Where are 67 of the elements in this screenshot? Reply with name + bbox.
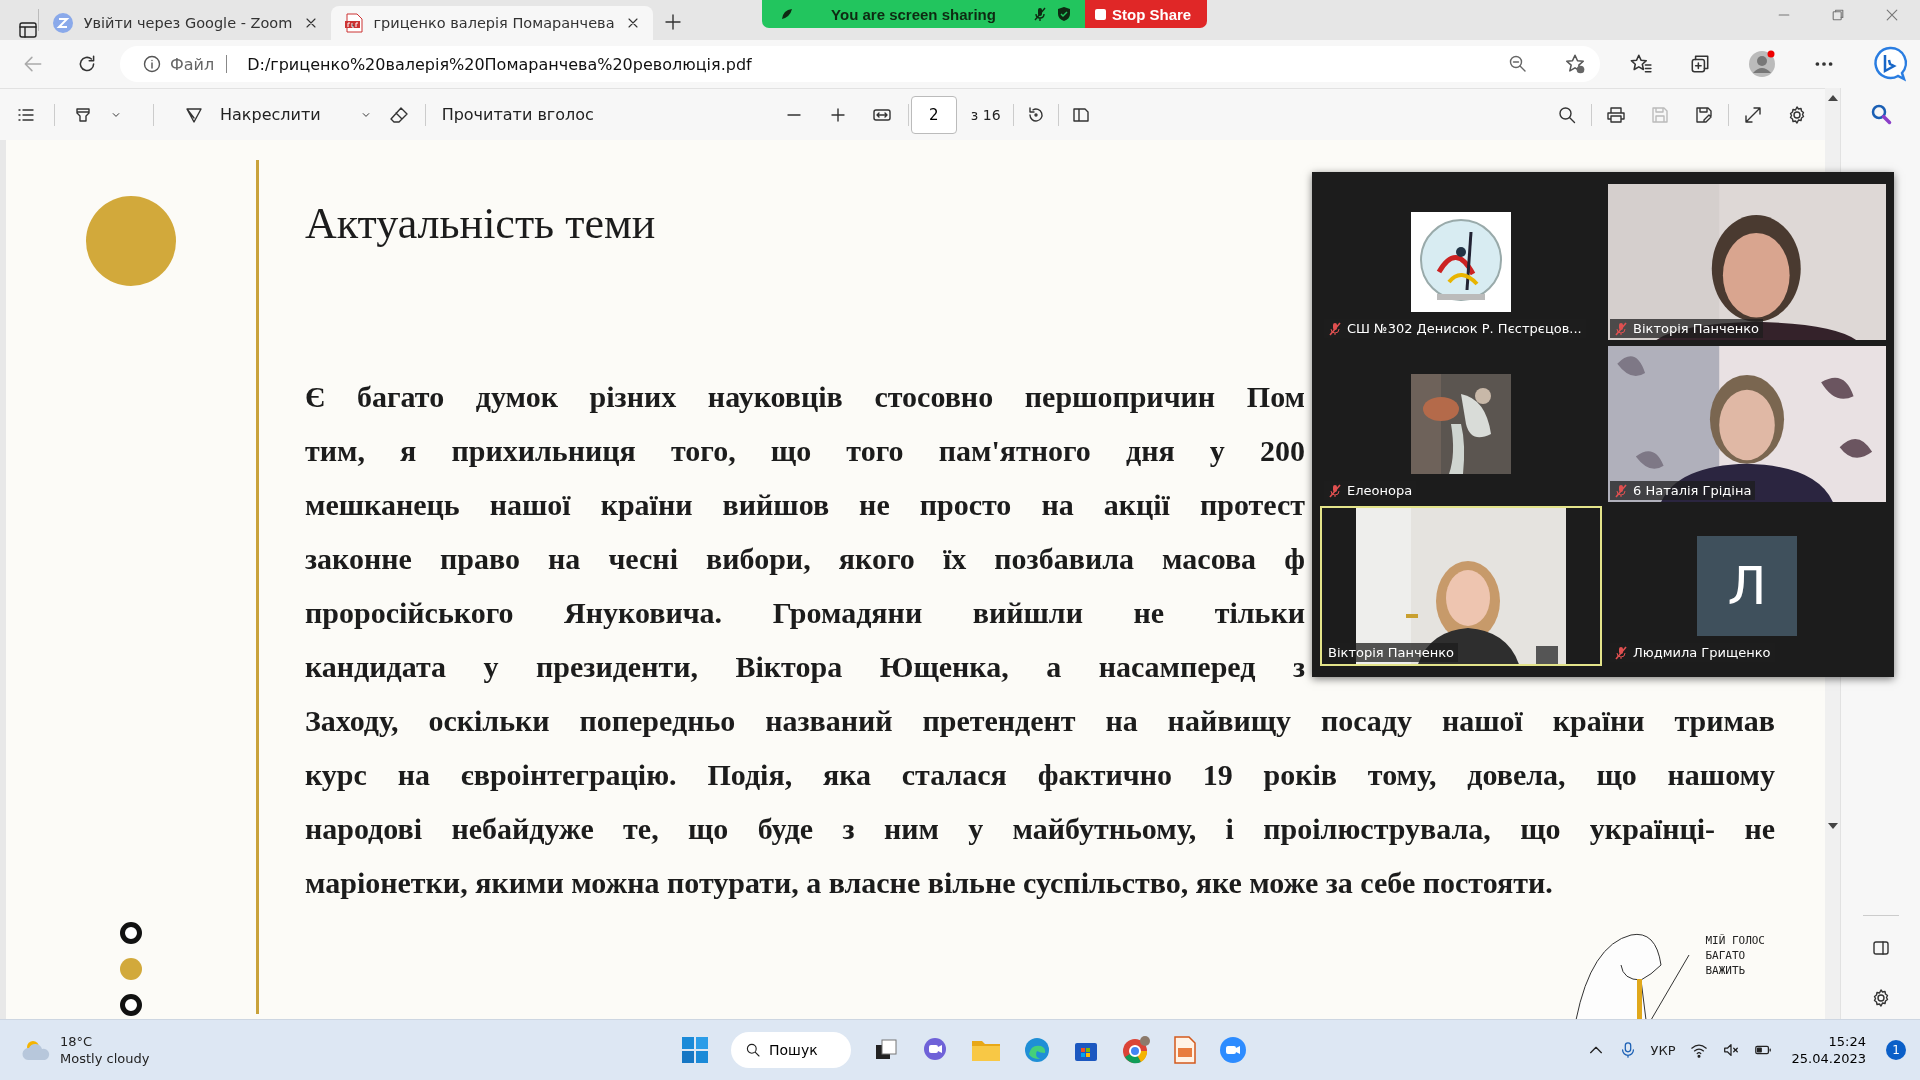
- fullscreen-icon[interactable]: [1743, 104, 1763, 125]
- address-bar[interactable]: Файл D:/гриценко%20валерія%20Помаранчева%20революція.pdf: [120, 46, 1600, 82]
- paragraph-line: законне право на чесні вибори, якого їх позбавила масова ф: [305, 541, 1305, 577]
- clock[interactable]: 15:24 25.04.2023: [1785, 1032, 1872, 1068]
- chrome-icon[interactable]: [1121, 1035, 1151, 1065]
- avatar-initial: Л: [1697, 536, 1797, 636]
- scroll-up-icon[interactable]: [1827, 94, 1838, 102]
- participant-tile[interactable]: 6 Наталія Грідіна: [1606, 344, 1888, 504]
- start-icon[interactable]: [681, 1036, 709, 1064]
- paragraph-line: курс на євроінтеграцію. Подія, яка сталася фактично 19 років тому, довела, що нашому: [305, 757, 1775, 793]
- search-icon: [745, 1042, 761, 1058]
- eraser-icon[interactable]: [388, 104, 409, 125]
- slide-title: Актуальність теми: [305, 198, 657, 250]
- print-icon[interactable]: [1606, 104, 1626, 125]
- paragraph-line: мешканець нашої країни вийшов не просто на акції протест: [305, 487, 1305, 523]
- leaf-icon: [780, 7, 794, 21]
- paragraph-line: кандидата у президенти, Віктора Ющенка, а насамперед з: [305, 649, 1305, 685]
- split-screen-icon[interactable]: [1870, 938, 1891, 958]
- paragraph-line: Є багато думок різних науковців стосовно першопричин Пом: [305, 379, 1305, 415]
- zoom-app-icon[interactable]: [1219, 1036, 1247, 1064]
- page-count: з 16: [970, 106, 1001, 123]
- temperature-text: 18°C: [60, 1033, 94, 1050]
- browser-icon[interactable]: [1023, 1036, 1051, 1064]
- info-icon: [142, 54, 162, 74]
- participant-tile[interactable]: Вікторія Панченко: [1320, 506, 1602, 666]
- new-tab-icon[interactable]: [663, 12, 683, 32]
- language-indicator[interactable]: УКР: [1650, 1042, 1676, 1058]
- scheme-label: Файл: [170, 54, 215, 74]
- profile-avatar-icon[interactable]: [1748, 50, 1776, 78]
- paragraph-line: проросійського Януковича. Громадяни вийшли не тільки: [305, 595, 1305, 631]
- participant-name: 6 Наталія Грідіна: [1610, 481, 1756, 500]
- read-aloud-button[interactable]: Прочитати вголос: [441, 105, 594, 124]
- chat-assistant-icon[interactable]: [1872, 46, 1908, 82]
- page-number-field[interactable]: 2: [910, 95, 957, 134]
- pdf-file-icon: [345, 13, 363, 33]
- sharing-status-text: You are screen sharing: [830, 5, 997, 23]
- participant-tile[interactable]: Вікторія Панченко: [1606, 182, 1888, 342]
- notification-badge[interactable]: 1: [1886, 1040, 1906, 1060]
- url-text: D:/гриценко%20валерія%20Помаранчева%20революція.pdf: [247, 54, 753, 74]
- weather-text: Mostly cloudy: [60, 1050, 150, 1067]
- browser-tab[interactable]: гриценко валерія Помаранчева: [331, 6, 653, 40]
- collections-icon[interactable]: [1689, 53, 1711, 75]
- paragraph-line: тим, я прихильниця того, що того пам'ятного дня у 200: [305, 433, 1305, 469]
- settings-icon[interactable]: [1787, 104, 1807, 125]
- favorites-icon[interactable]: [1630, 53, 1652, 75]
- search-icon[interactable]: [1557, 104, 1577, 125]
- document-icon[interactable]: [1173, 1036, 1197, 1064]
- browser-tab[interactable]: Увійти через Google - Zoom: [39, 6, 331, 40]
- wifi-icon[interactable]: [1689, 1041, 1708, 1059]
- handwritten-caption: МІЙ ГОЛОС БАГАТО ВАЖИТЬ: [1705, 933, 1765, 979]
- paragraph-line: Заходу, оскільки попередньо названий претендент на найвищу посаду нашої країни тримав: [305, 703, 1775, 739]
- restore-icon[interactable]: [1830, 7, 1846, 23]
- taskbar-search[interactable]: Пошук: [731, 1032, 851, 1068]
- draw-button[interactable]: Накреслити: [220, 105, 321, 124]
- zoom-logo-icon: [53, 13, 73, 33]
- add-favorite-icon[interactable]: [1564, 53, 1586, 75]
- speaker-muted-icon[interactable]: [1721, 1041, 1740, 1059]
- shield-icon[interactable]: [1057, 6, 1071, 22]
- save-as-icon[interactable]: [1694, 104, 1714, 125]
- paragraph-line: маріонетки, якими можна потурати, а власне вільне суспільство, яке може за себе постояти.: [305, 865, 1554, 901]
- participant-name: Вікторія Панченко: [1610, 319, 1763, 338]
- scroll-down-icon[interactable]: [1827, 822, 1838, 830]
- sidebar-tabs-icon[interactable]: [18, 20, 38, 40]
- zoom-out-icon[interactable]: [1508, 54, 1528, 74]
- stop-share-button[interactable]: Stop Share: [1085, 0, 1207, 28]
- muted-mic-icon[interactable]: [1033, 6, 1047, 22]
- paragraph-line: народові небайдуже те, що буде з ним у майбутньому, і проілюструвала, що українці- не: [305, 811, 1775, 847]
